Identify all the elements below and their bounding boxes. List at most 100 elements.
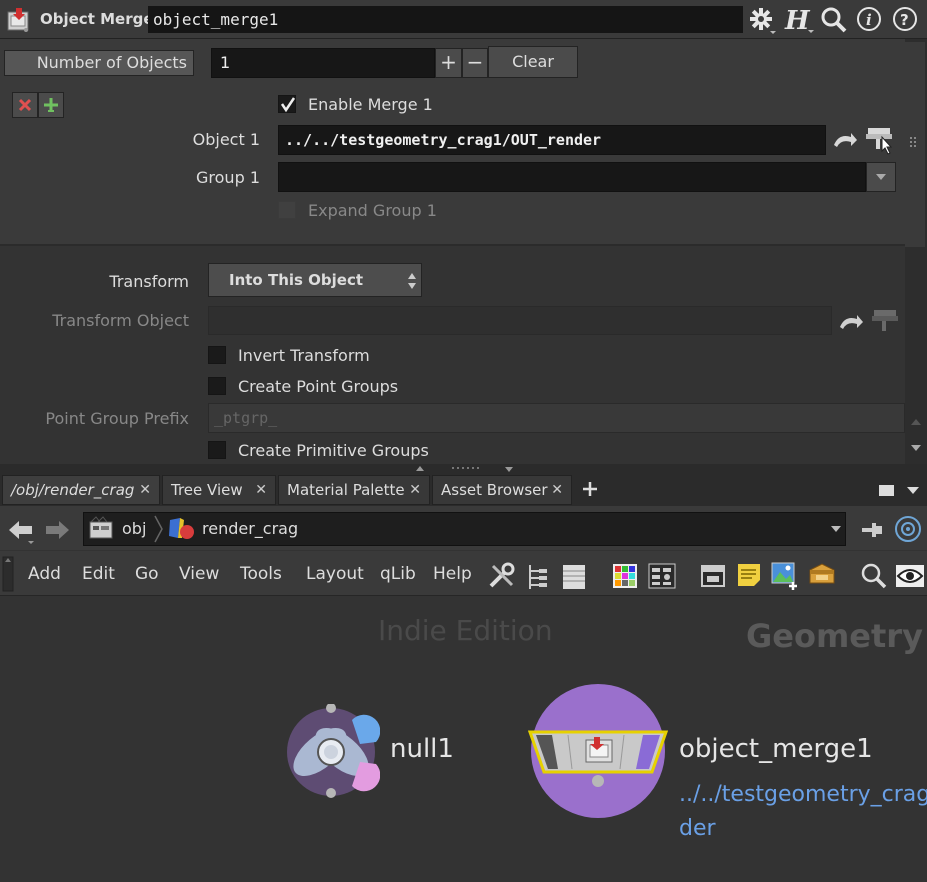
gear-icon[interactable] xyxy=(748,6,778,34)
visibility-eye-icon[interactable] xyxy=(895,562,925,590)
operator-chooser-icon[interactable] xyxy=(864,123,896,155)
point-group-prefix-input[interactable]: _ptgrp_ xyxy=(208,403,905,433)
jump-to-operator-icon[interactable] xyxy=(831,127,859,153)
indie-edition-watermark: Indie Edition xyxy=(378,614,553,647)
path-segment-obj[interactable]: obj xyxy=(122,519,146,538)
pane-menu-chevron-icon[interactable] xyxy=(904,482,922,498)
parameter-header: Object Merge object_merge1 H i ? xyxy=(0,0,927,39)
search-icon[interactable] xyxy=(820,6,848,34)
object-merge-node-icon xyxy=(6,6,32,34)
transform-object-jump-icon[interactable] xyxy=(837,309,865,335)
find-node-search-icon[interactable] xyxy=(860,562,888,590)
geometry-object-icon xyxy=(166,516,196,542)
maximize-pane-icon[interactable] xyxy=(878,482,896,498)
create-primitive-groups-checkbox[interactable] xyxy=(208,441,226,459)
menu-qlib[interactable]: qLib xyxy=(380,564,416,584)
object-merge-node-circle[interactable] xyxy=(527,682,669,822)
menu-layout[interactable]: Layout xyxy=(306,564,364,584)
menu-edit[interactable]: Edit xyxy=(82,564,115,584)
create-primitive-groups-label: Create Primitive Groups xyxy=(238,441,429,460)
close-icon[interactable]: ✕ xyxy=(139,476,151,504)
path-segment-render-crag[interactable]: render_crag xyxy=(202,519,298,538)
null-node-icon[interactable] xyxy=(282,703,381,800)
scroll-down-arrow-icon[interactable] xyxy=(907,438,925,458)
menu-go[interactable]: Go xyxy=(135,564,159,584)
add-tab-plus-icon[interactable] xyxy=(580,479,600,499)
clear-button[interactable]: Clear xyxy=(488,46,578,78)
tab-tree-view[interactable]: Tree View ✕ xyxy=(162,475,276,505)
object-merge-node-name[interactable]: object_merge1 xyxy=(679,734,873,764)
scroll-up-arrow-icon[interactable] xyxy=(907,412,925,432)
invert-transform-label: Invert Transform xyxy=(238,346,370,365)
back-arrow-icon[interactable] xyxy=(6,516,36,546)
close-icon[interactable]: ✕ xyxy=(409,476,421,504)
transform-object-chooser-icon[interactable] xyxy=(870,305,902,337)
checkmark-icon xyxy=(280,97,296,113)
object1-input[interactable]: ../../testgeometry_crag1/OUT_render xyxy=(278,125,826,155)
svg-text:i: i xyxy=(866,11,872,29)
path-dropdown-chevron-icon[interactable] xyxy=(828,520,844,538)
houdini-help-icon[interactable]: H xyxy=(784,4,816,36)
close-icon[interactable]: ✕ xyxy=(255,476,267,504)
viewport-link-icon[interactable] xyxy=(894,515,924,545)
number-of-objects-label: Number of Objects xyxy=(36,53,187,72)
updown-arrows-icon xyxy=(408,273,416,289)
object1-label: Object 1 xyxy=(192,130,260,149)
insert-instance-button[interactable] xyxy=(38,92,64,118)
group1-menu-button[interactable] xyxy=(866,162,896,192)
menu-view[interactable]: View xyxy=(179,564,219,584)
tab-label: /obj/render_crag xyxy=(11,481,135,499)
tab-asset-browser[interactable]: Asset Browser ✕ xyxy=(432,475,572,505)
null-node-name[interactable]: null1 xyxy=(390,734,454,764)
expand-group-checkbox[interactable] xyxy=(278,201,296,219)
tools-wrench-icon[interactable] xyxy=(487,561,517,591)
list-view-icon[interactable] xyxy=(562,563,586,591)
info-icon[interactable]: i xyxy=(856,6,884,34)
menu-help[interactable]: Help xyxy=(433,564,472,584)
add-object-button[interactable]: + xyxy=(435,48,462,78)
create-point-groups-label: Create Point Groups xyxy=(238,377,399,396)
plus-icon: + xyxy=(440,50,457,74)
transform-object-label: Transform Object xyxy=(52,311,189,330)
tab-material-palette[interactable]: Material Palette ✕ xyxy=(278,475,430,505)
transform-label: Transform xyxy=(109,272,189,291)
pin-icon[interactable] xyxy=(858,516,886,544)
forward-arrow-icon[interactable] xyxy=(42,516,72,546)
scrollbar-thumb[interactable] xyxy=(905,42,925,247)
menu-strip-handle[interactable] xyxy=(2,556,14,592)
svg-text:?: ? xyxy=(900,11,909,29)
tab-label: Asset Browser xyxy=(441,481,548,499)
invert-transform-checkbox[interactable] xyxy=(208,346,226,364)
remove-instance-button[interactable] xyxy=(12,92,38,118)
group1-input[interactable] xyxy=(278,162,866,192)
enable-merge-checkbox[interactable] xyxy=(278,95,296,113)
network-context-label: Geometry xyxy=(746,617,923,655)
close-icon[interactable]: ✕ xyxy=(551,476,563,504)
tree-layout-icon[interactable] xyxy=(525,563,551,591)
background-image-icon[interactable] xyxy=(771,562,801,590)
obj-context-icon xyxy=(88,516,116,542)
sticky-note-icon[interactable] xyxy=(736,562,762,588)
insert-plus-icon xyxy=(44,98,58,112)
tab-label: Material Palette xyxy=(287,481,405,499)
tab-network-view[interactable]: /obj/render_crag ✕ xyxy=(2,475,160,505)
object1-value: ../../testgeometry_crag1/OUT_render xyxy=(285,131,602,149)
subnet-box-icon[interactable] xyxy=(808,561,836,589)
path-selector[interactable] xyxy=(83,512,846,546)
transform-object-input[interactable] xyxy=(208,306,832,335)
number-of-objects-label-button[interactable]: Number of Objects xyxy=(4,50,194,76)
shape-palette-icon[interactable] xyxy=(648,563,676,589)
help-question-icon[interactable]: ? xyxy=(892,6,920,34)
pane-splitter[interactable] xyxy=(0,464,927,474)
transform-dropdown[interactable]: Into This Object xyxy=(208,263,422,297)
create-point-groups-checkbox[interactable] xyxy=(208,377,226,395)
number-of-objects-input[interactable]: 1 xyxy=(211,48,435,78)
group1-label: Group 1 xyxy=(196,168,260,187)
network-box-icon[interactable] xyxy=(700,563,726,589)
enable-merge-label: Enable Merge 1 xyxy=(308,95,433,114)
node-name-input[interactable]: object_merge1 xyxy=(148,6,743,33)
remove-object-button[interactable]: − xyxy=(462,48,488,78)
menu-add[interactable]: Add xyxy=(28,564,61,584)
color-palette-icon[interactable] xyxy=(612,563,638,589)
menu-tools[interactable]: Tools xyxy=(240,564,282,584)
